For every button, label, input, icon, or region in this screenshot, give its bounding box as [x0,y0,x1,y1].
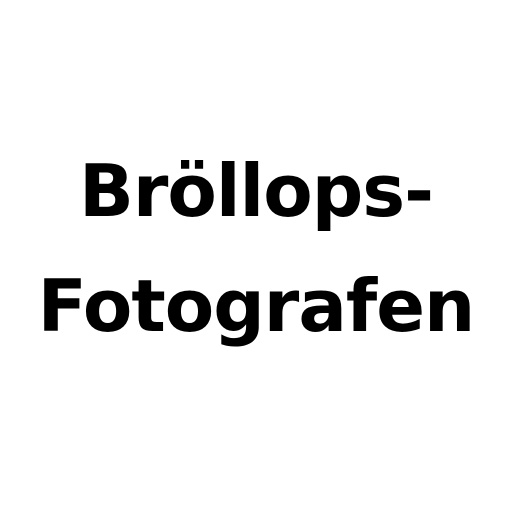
title-card: Bröllops- Fotografen [0,0,512,512]
title-line-1: Bröllops- [79,149,434,233]
title-line-2: Fotografen [37,264,476,348]
